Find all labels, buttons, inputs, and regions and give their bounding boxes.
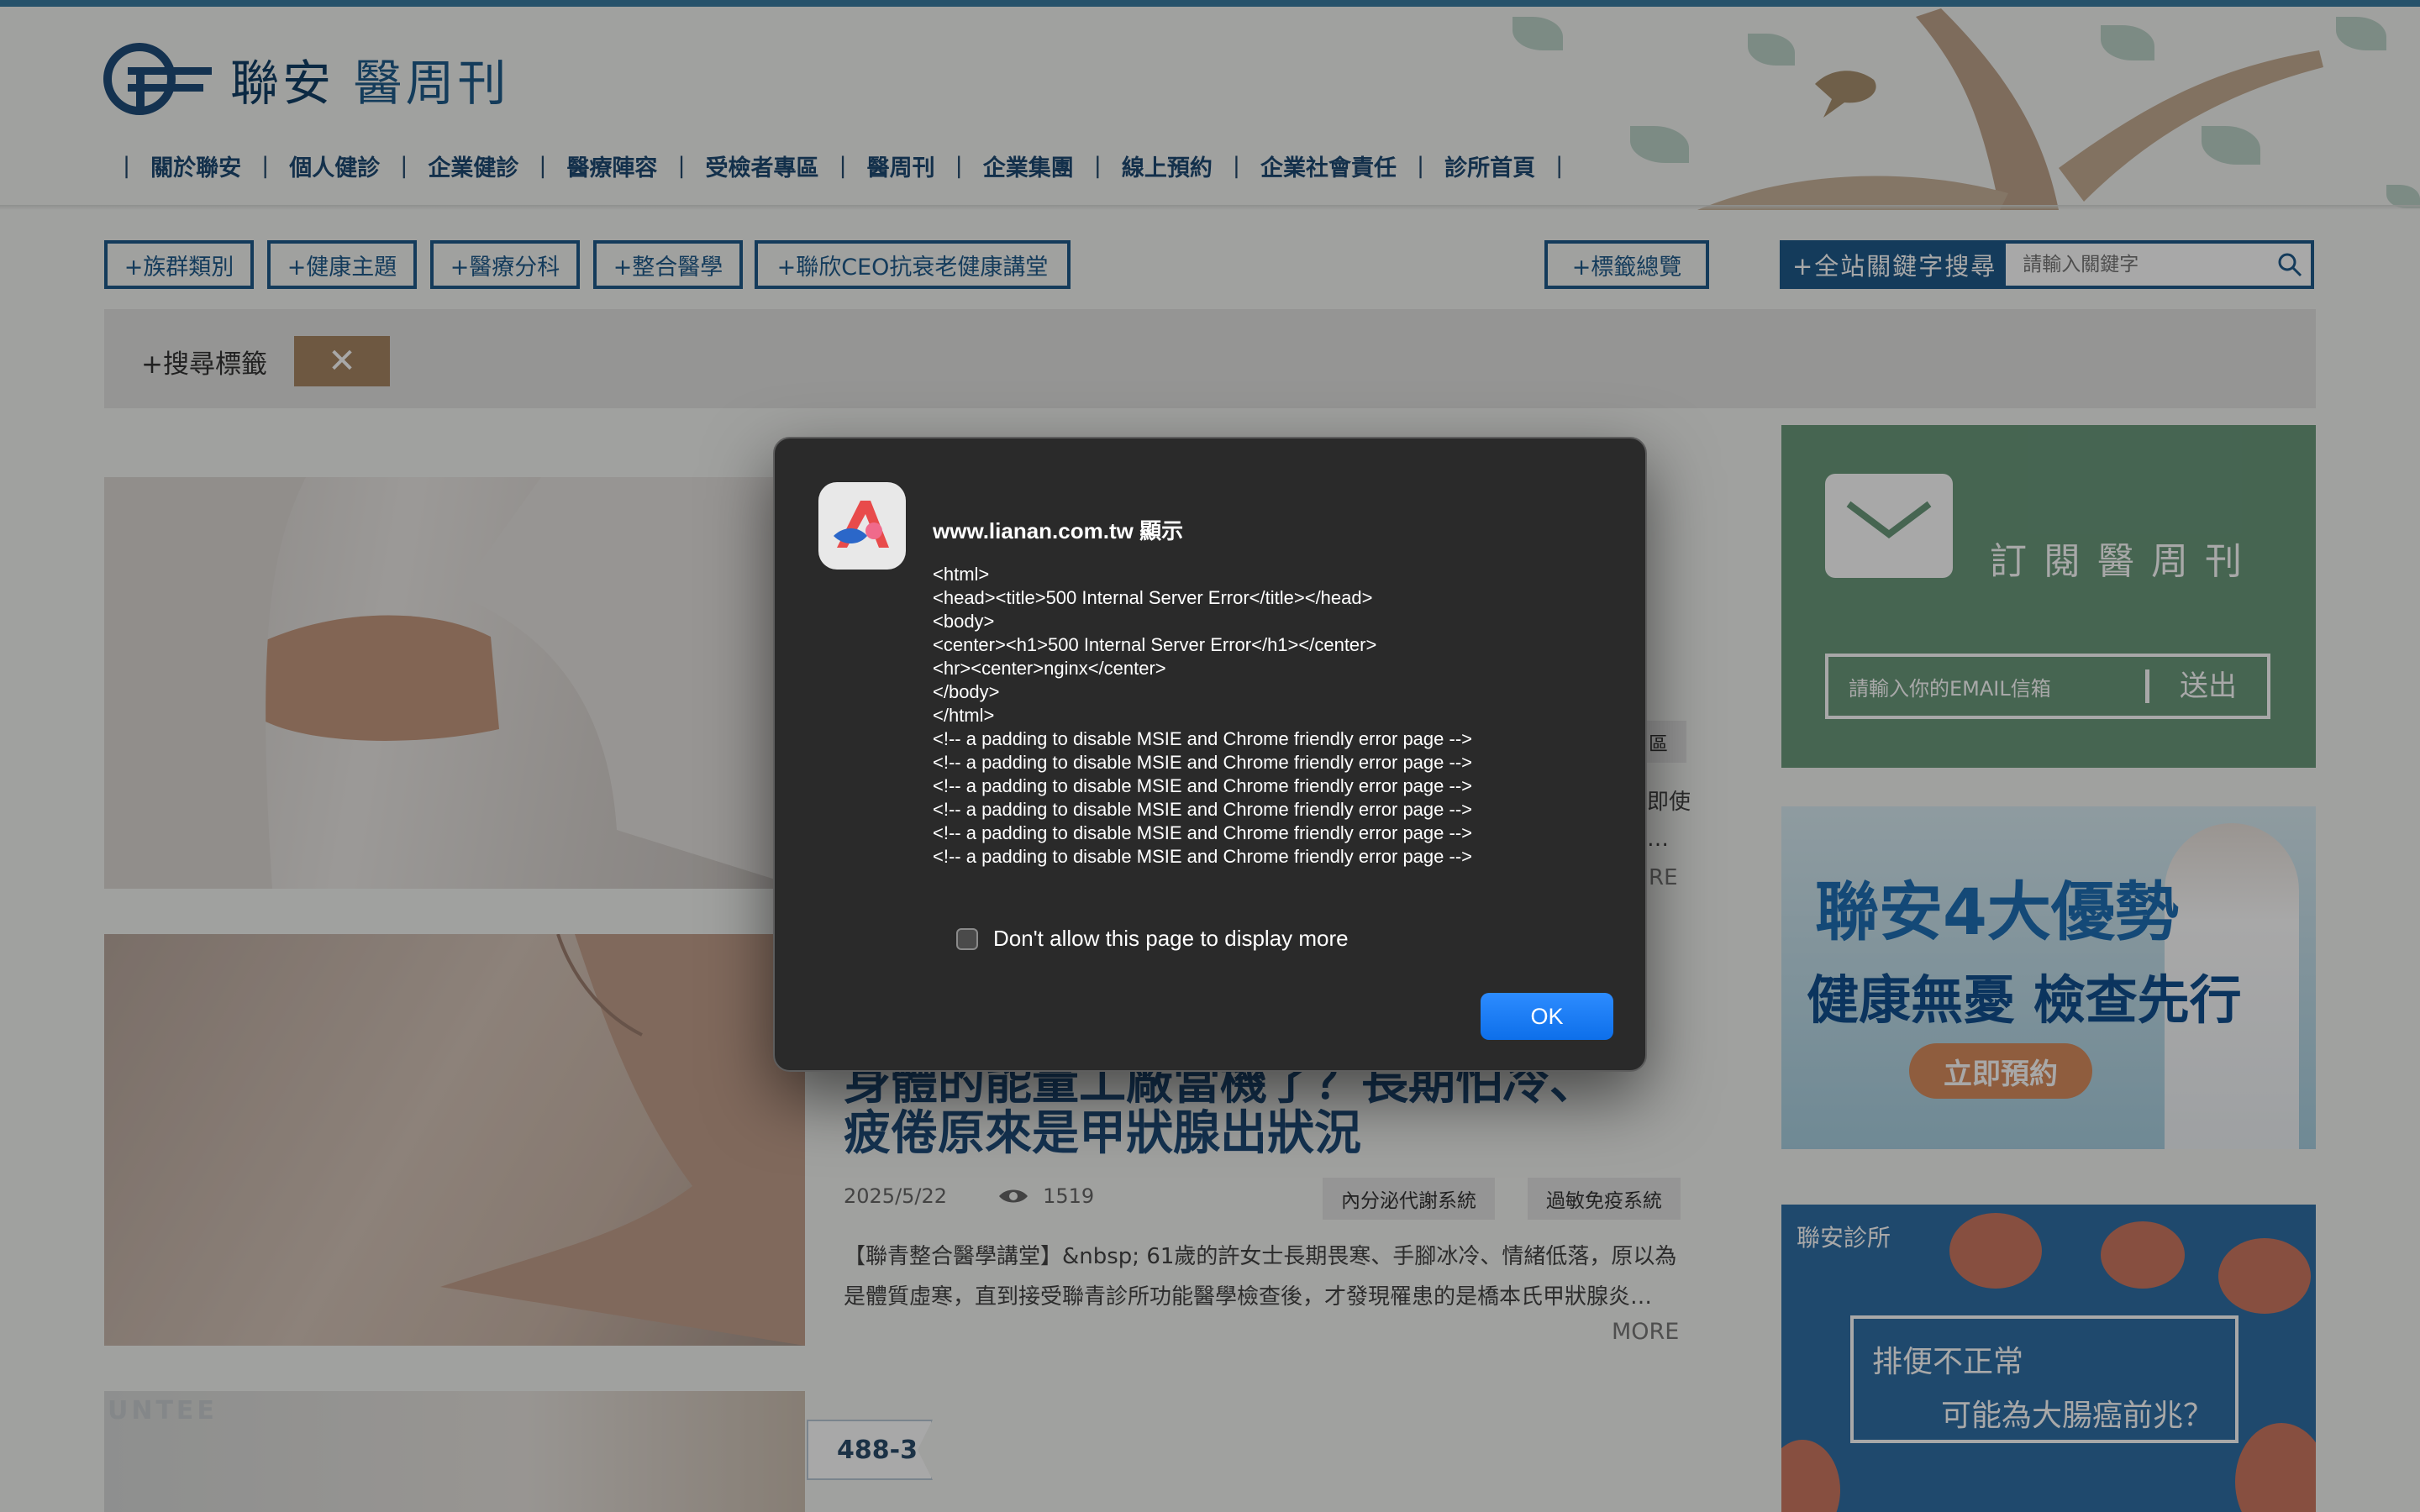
suppress-dialogs-option[interactable]: Don't allow this page to display more [956,926,1349,952]
suppress-dialogs-label[interactable]: Don't allow this page to display more [993,926,1349,952]
suppress-dialogs-checkbox[interactable] [956,927,978,950]
alert-dialog: www.lianan.com.tw 顯示 <html> <head><title… [773,437,1647,1072]
dialog-title: www.lianan.com.tw 顯示 [933,518,1184,543]
ok-button[interactable]: OK [1481,993,1613,1040]
app-icon [818,482,906,570]
dialog-message: <html> <head><title>500 Internal Server … [933,564,1472,867]
